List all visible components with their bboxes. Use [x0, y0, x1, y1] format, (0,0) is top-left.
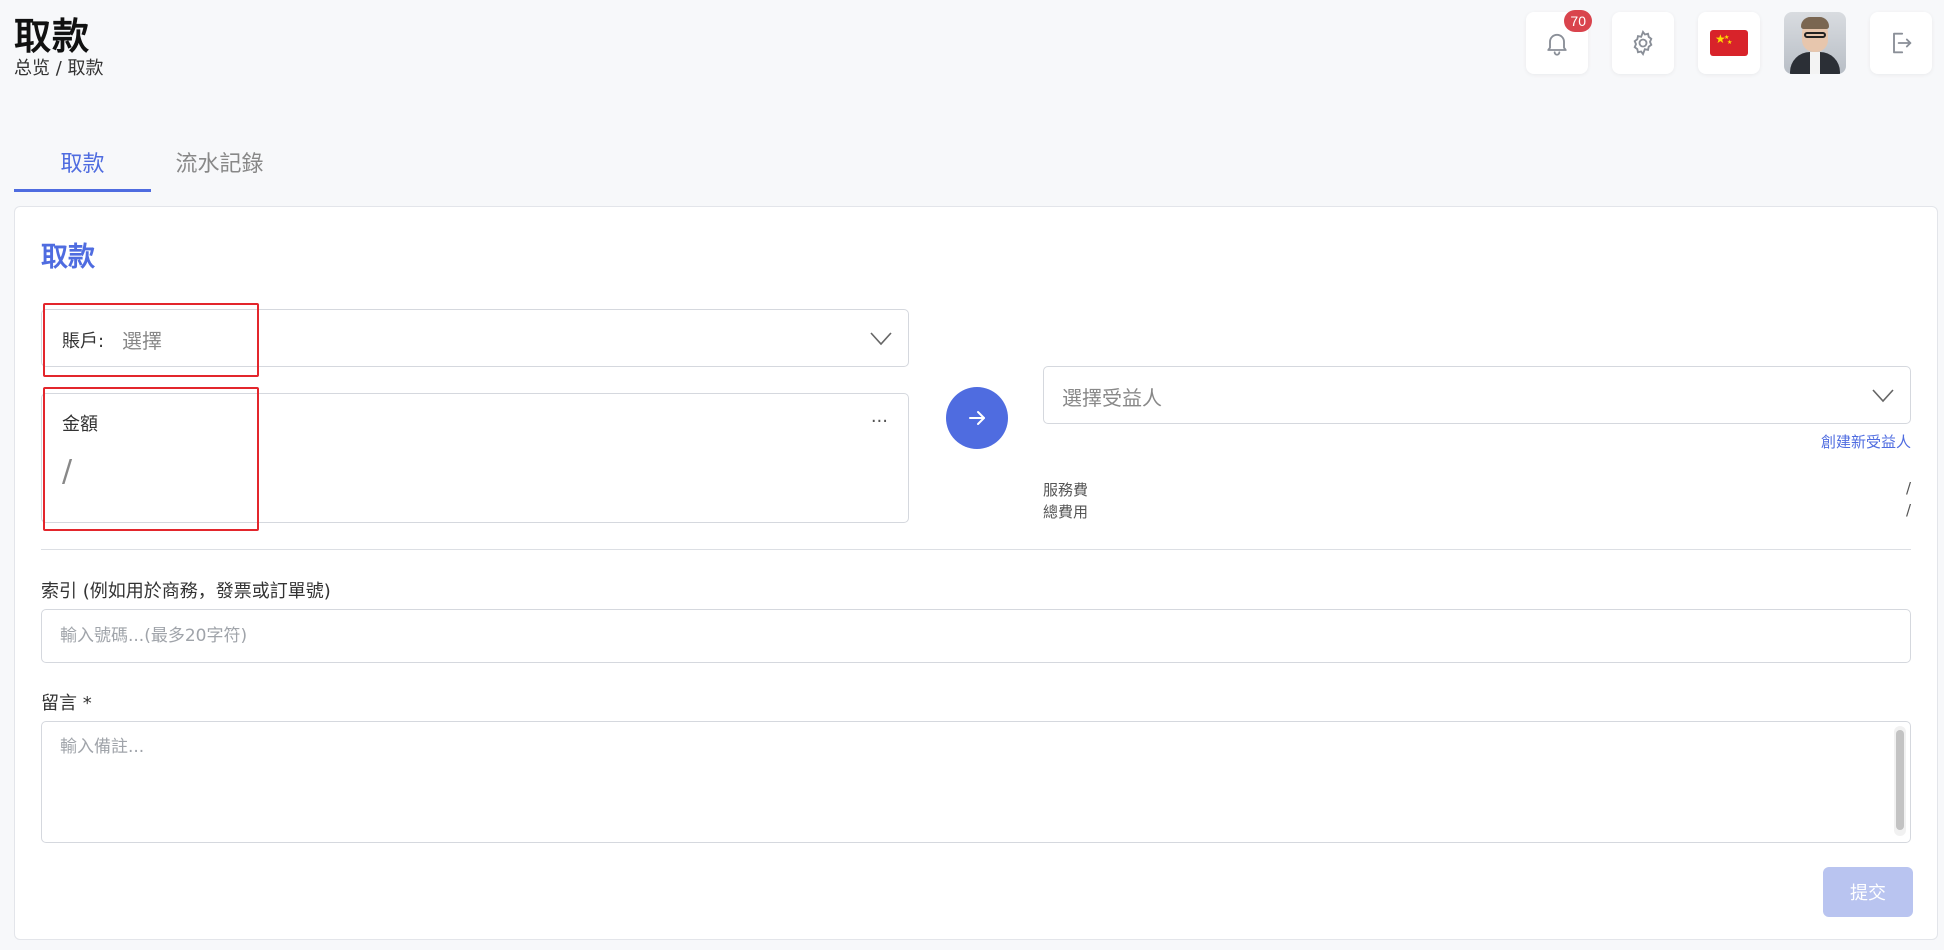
notification-badge: 70	[1564, 10, 1592, 32]
notifications-button[interactable]: 70	[1526, 10, 1592, 74]
logout-button[interactable]	[1870, 12, 1932, 74]
total-fee-label: 總費用	[1043, 503, 1089, 521]
account-select[interactable]: 賬戶: 選擇	[41, 309, 909, 367]
note-label: 留言 *	[41, 693, 92, 714]
gear-icon	[1633, 29, 1653, 57]
tab-bar: 取款 流水記錄	[14, 130, 288, 192]
language-button[interactable]: ★ ★ ★	[1698, 12, 1760, 74]
total-fee-row: 總費用 /	[1043, 501, 1911, 522]
tab-transaction-records[interactable]: 流水記錄	[151, 130, 288, 192]
note-textarea[interactable]	[42, 722, 1910, 842]
page-title: 取款	[14, 15, 90, 58]
avatar[interactable]	[1784, 12, 1846, 74]
china-flag-icon: ★ ★ ★	[1710, 30, 1748, 56]
bell-icon	[1547, 33, 1567, 56]
more-options-button[interactable]: ...	[871, 406, 888, 427]
beneficiary-placeholder: 選擇受益人	[1062, 386, 1162, 410]
top-actions: 70 ★ ★ ★	[1526, 10, 1932, 74]
chevron-down-icon	[1872, 389, 1894, 403]
settings-button[interactable]	[1612, 12, 1674, 74]
amount-field[interactable]: 金額 / ...	[41, 393, 909, 523]
scrollbar[interactable]	[1894, 726, 1906, 836]
service-fee-value: /	[1905, 479, 1911, 497]
arrow-right-icon	[969, 411, 985, 425]
create-beneficiary-link[interactable]: 創建新受益人	[1821, 431, 1911, 452]
logout-icon	[1893, 32, 1912, 54]
beneficiary-select[interactable]: 選擇受益人	[1043, 366, 1911, 424]
note-field-wrapper	[41, 721, 1911, 843]
divider	[41, 549, 1911, 550]
account-value: 選擇	[122, 329, 162, 353]
service-fee-row: 服務費 /	[1043, 479, 1911, 500]
arrow-right-button[interactable]	[946, 387, 1008, 449]
total-fee-value: /	[1905, 501, 1911, 519]
index-input[interactable]	[42, 610, 1910, 662]
service-fee-label: 服務費	[1043, 481, 1089, 499]
submit-button[interactable]: 提交	[1823, 867, 1913, 917]
chevron-down-icon	[870, 332, 892, 346]
account-label: 賬戶:	[62, 331, 105, 352]
scrollbar-thumb[interactable]	[1896, 730, 1904, 830]
withdraw-card: 取款 賬戶: 選擇 金額 / ... 選擇受益人 創建新受益人 服務費 / 總費…	[14, 206, 1938, 940]
form-title: 取款	[41, 242, 95, 273]
breadcrumb: 总览 / 取款	[14, 58, 104, 79]
amount-value: /	[62, 454, 73, 489]
tab-withdraw[interactable]: 取款	[14, 130, 151, 192]
index-field-wrapper	[41, 609, 1911, 663]
index-label: 索引 (例如用於商務，發票或訂單號)	[41, 581, 331, 602]
amount-label: 金額	[62, 414, 98, 435]
